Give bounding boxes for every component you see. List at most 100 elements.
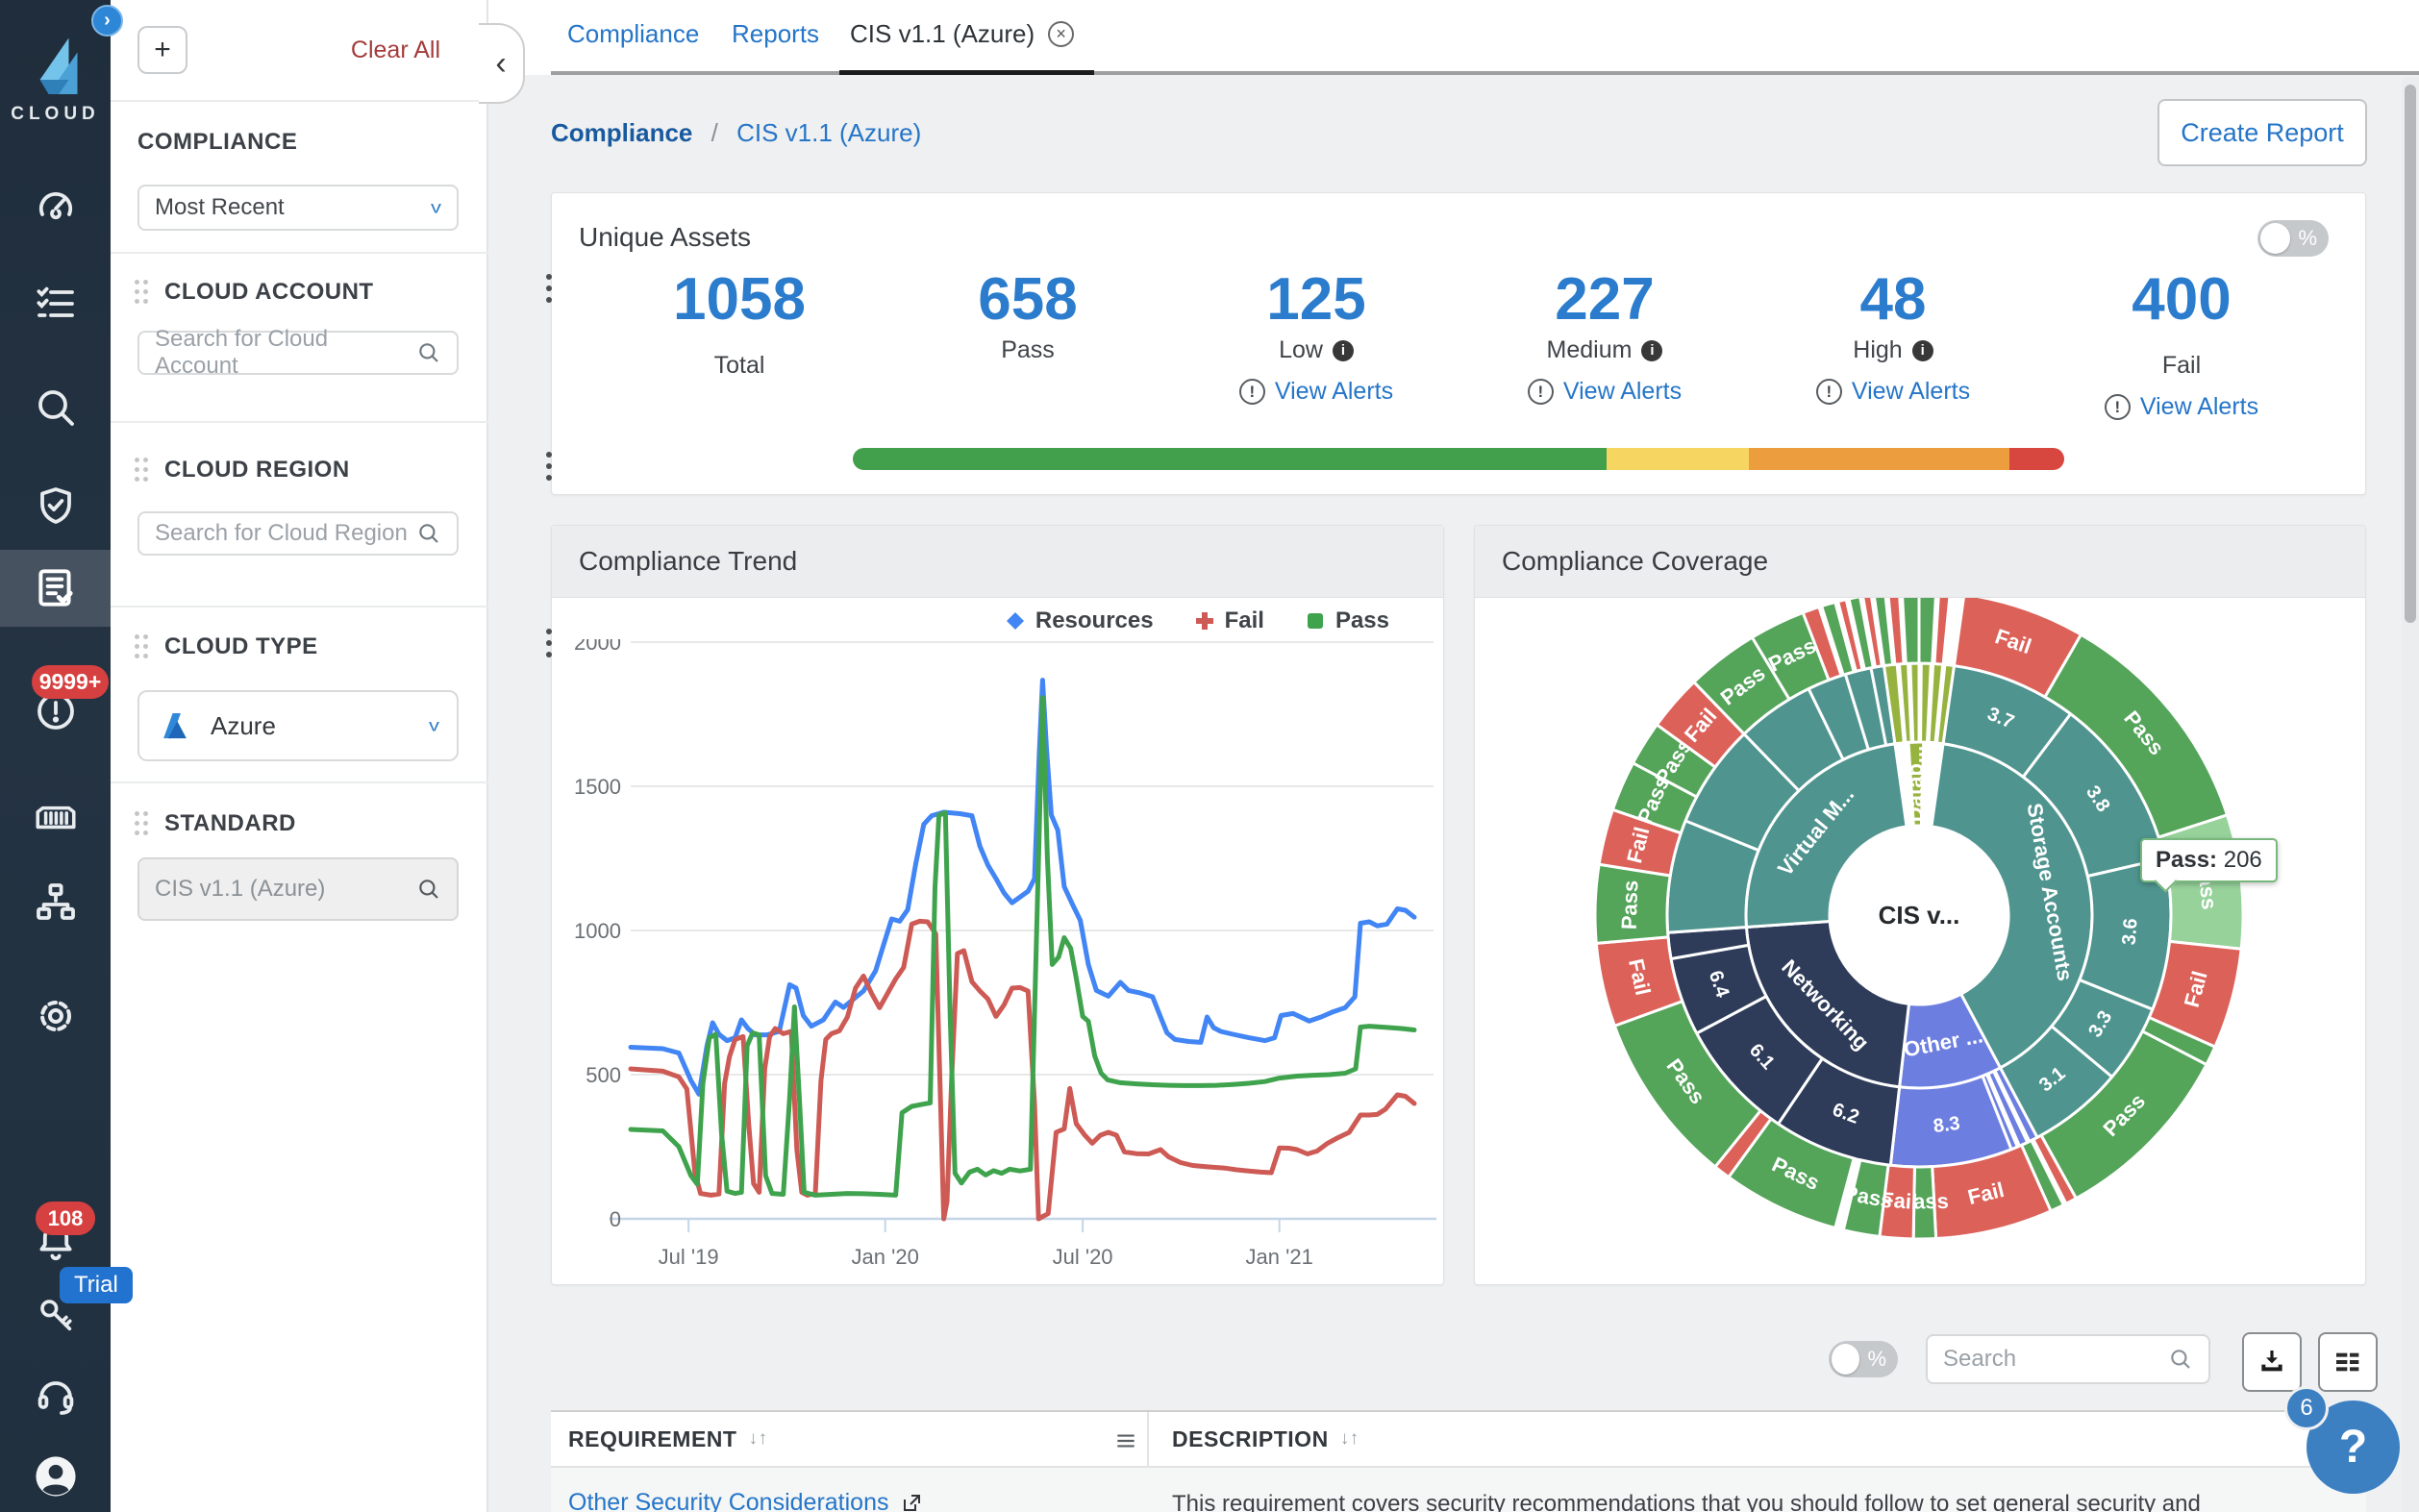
tab-compliance[interactable]: Compliance	[567, 19, 699, 49]
columns-icon	[2332, 1347, 2363, 1377]
azure-logo-icon	[157, 707, 193, 744]
svg-text:Jul '20: Jul '20	[1053, 1245, 1113, 1269]
policies-checklist-icon[interactable]	[0, 279, 111, 329]
notifications-count-badge: 108	[36, 1202, 95, 1235]
legend-fail[interactable]: Fail	[1194, 607, 1264, 634]
search-icon	[416, 521, 441, 546]
cloud-region-menu-icon[interactable]	[545, 452, 553, 481]
percent-label: %	[2298, 226, 2317, 251]
unique-assets-title: Unique Assets	[579, 222, 751, 253]
requirement-link[interactable]: Other Security Considerations	[568, 1489, 923, 1512]
column-header-requirement[interactable]: REQUIREMENT ↓↑	[568, 1426, 767, 1452]
column-filter-icon[interactable]	[1113, 1428, 1138, 1453]
tooltip-label: Pass:	[2156, 847, 2217, 874]
settings-gear-icon[interactable]	[0, 991, 111, 1041]
sort-icon[interactable]: ↓↑	[1340, 1428, 1359, 1450]
help-count-badge: 6	[2284, 1386, 2329, 1430]
tab-cis-v1-1-azure[interactable]: CIS v1.1 (Azure) ×	[850, 19, 1074, 49]
scrollbar-thumb[interactable]	[2405, 85, 2416, 623]
fail-value: 400	[2132, 268, 2231, 331]
cloud-account-search-input[interactable]: Search for Cloud Account	[137, 331, 459, 375]
total-value: 1058	[673, 268, 806, 331]
breadcrumb-current[interactable]: CIS v1.1 (Azure)	[736, 118, 921, 147]
drag-handle-icon[interactable]	[135, 811, 150, 836]
divider	[111, 421, 488, 423]
info-icon[interactable]: i	[1641, 340, 1662, 361]
user-avatar[interactable]	[0, 1450, 111, 1503]
stat-medium: 227 Medium i ! View Alerts	[1460, 268, 1749, 421]
column-header-description[interactable]: DESCRIPTION ↓↑	[1172, 1426, 1359, 1452]
medium-label: Medium	[1547, 336, 1633, 364]
medium-view-alerts-link[interactable]: ! View Alerts	[1528, 378, 1682, 406]
collapse-panel-button[interactable]: ‹	[479, 23, 525, 104]
table-percent-toggle[interactable]: %	[1829, 1341, 1898, 1377]
download-icon	[2257, 1347, 2287, 1377]
fail-view-alerts-link[interactable]: ! View Alerts	[2105, 393, 2258, 421]
severity-segment	[1607, 448, 1750, 470]
svg-text:0: 0	[610, 1207, 621, 1231]
legend-resources[interactable]: Resources	[1005, 607, 1154, 634]
cloud-region-search-placeholder: Search for Cloud Region	[155, 520, 408, 547]
svg-text:Jan '21: Jan '21	[1246, 1245, 1313, 1269]
cloud-type-select[interactable]: Azure v	[137, 690, 459, 761]
scrollbar-track[interactable]	[2402, 77, 2419, 1512]
add-filter-button[interactable]: +	[137, 26, 187, 74]
trend-legend: Resources Fail Pass	[1005, 607, 1389, 634]
drag-handle-icon[interactable]	[135, 458, 150, 483]
legend-pass[interactable]: Pass	[1305, 607, 1389, 634]
search-icon	[416, 877, 441, 902]
cloud-region-search-input[interactable]: Search for Cloud Region	[137, 511, 459, 556]
network-icon[interactable]	[0, 877, 111, 927]
percent-toggle[interactable]: %	[2257, 220, 2329, 257]
drag-handle-icon[interactable]	[135, 280, 150, 305]
table-search-placeholder: Search	[1943, 1346, 2016, 1373]
search-icon[interactable]	[0, 383, 111, 433]
info-icon[interactable]: i	[1333, 340, 1354, 361]
high-view-alerts-link[interactable]: ! View Alerts	[1816, 378, 1970, 406]
external-link-icon	[900, 1492, 923, 1512]
table-row[interactable]: Other Security Considerations This requi…	[551, 1468, 2366, 1512]
table-columns-button[interactable]	[2318, 1332, 2378, 1392]
expand-panel-button[interactable]: ›	[91, 5, 123, 37]
percent-label: %	[1867, 1347, 1886, 1372]
filter-panel: + Clear All COMPLIANCE Most Recent v CLO…	[111, 0, 488, 1512]
sort-icon[interactable]: ↓↑	[748, 1428, 767, 1450]
severity-segment	[2009, 448, 2064, 470]
svg-text:CIS v...: CIS v...	[1879, 901, 1960, 930]
table-search-input[interactable]: Search	[1926, 1334, 2210, 1384]
divider	[111, 100, 488, 102]
dashboard-gauge-icon[interactable]	[0, 181, 111, 231]
breadcrumb-compliance[interactable]: Compliance	[551, 118, 692, 147]
tooltip-value: 206	[2224, 847, 2262, 874]
cloud-account-menu-icon[interactable]	[545, 274, 553, 303]
stats-row: 1058 Total 658 Pass 125 Low i ! View Ale…	[595, 268, 2326, 421]
fail-marker-icon	[1194, 610, 1215, 632]
stat-high: 48 High i ! View Alerts	[1749, 268, 2037, 421]
cloud-type-section-label: CLOUD TYPE	[164, 633, 318, 660]
cloud-type-menu-icon[interactable]	[545, 629, 553, 657]
governance-shield-icon[interactable]	[0, 482, 111, 532]
standard-search-input[interactable]: CIS v1.1 (Azure)	[137, 857, 459, 921]
containers-icon[interactable]	[0, 792, 111, 842]
low-view-alerts-link[interactable]: ! View Alerts	[1239, 378, 1393, 406]
resources-marker-icon	[1005, 610, 1026, 632]
drag-handle-icon[interactable]	[135, 634, 150, 659]
trial-badge: Trial	[60, 1267, 133, 1303]
download-button[interactable]	[2242, 1332, 2302, 1392]
close-tab-icon[interactable]: ×	[1048, 21, 1074, 47]
compliance-document-icon[interactable]	[0, 563, 111, 613]
pass-value: 658	[978, 268, 1077, 331]
create-report-button[interactable]: Create Report	[2157, 99, 2367, 166]
logo-icon[interactable]	[0, 27, 111, 104]
clear-all-button[interactable]: Clear All	[351, 37, 440, 64]
svg-text:500: 500	[586, 1063, 621, 1087]
tab-reports[interactable]: Reports	[732, 19, 819, 49]
compliance-trend-chart[interactable]: 0500100015002000Jul '19Jan '20Jul '20Jan…	[552, 639, 1445, 1281]
info-icon[interactable]: i	[1912, 340, 1933, 361]
compliance-coverage-sunburst[interactable]: Datab...Storage AccountsOther ...Network…	[1475, 598, 2367, 1286]
sort-select[interactable]: Most Recent v	[137, 185, 459, 231]
pass-label: Pass	[1001, 336, 1055, 364]
support-headset-icon[interactable]	[0, 1371, 111, 1421]
compliance-trend-title: Compliance Trend	[552, 526, 1443, 598]
stat-fail: 400 Fail ! View Alerts	[2037, 268, 2326, 421]
